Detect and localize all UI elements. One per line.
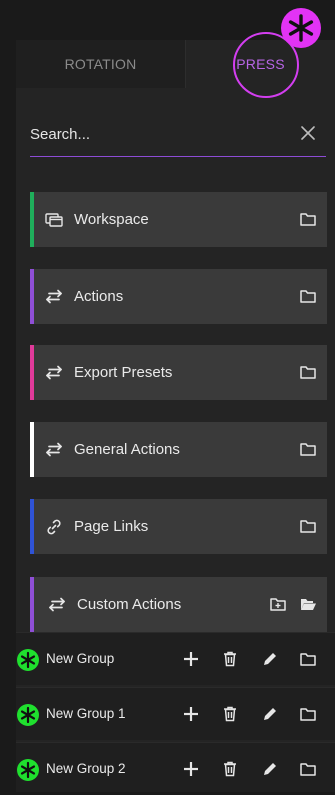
add-icon[interactable] bbox=[182, 705, 200, 723]
trash-icon[interactable] bbox=[221, 650, 239, 668]
group-label: New Group 1 bbox=[46, 706, 126, 721]
group-label: New Group bbox=[46, 651, 115, 666]
swap-arrows-icon bbox=[46, 289, 62, 304]
folder-icon[interactable] bbox=[299, 210, 317, 228]
group-row-new-group[interactable]: New Group bbox=[16, 632, 335, 685]
folder-open-icon[interactable] bbox=[299, 595, 317, 613]
pencil-icon[interactable] bbox=[261, 650, 279, 668]
folder-icon[interactable] bbox=[299, 287, 317, 305]
pencil-icon[interactable] bbox=[261, 760, 279, 778]
trash-icon[interactable] bbox=[221, 705, 239, 723]
add-folder-icon[interactable] bbox=[269, 595, 287, 613]
accent-bar bbox=[30, 577, 34, 632]
swap-arrows-icon bbox=[49, 597, 65, 612]
tab-rotation[interactable]: ROTATION bbox=[16, 40, 186, 88]
add-icon[interactable] bbox=[182, 650, 200, 668]
group-row-new-group-1[interactable]: New Group 1 bbox=[16, 687, 335, 740]
list-item-page-links[interactable]: Page Links bbox=[30, 499, 327, 554]
folder-icon[interactable] bbox=[299, 705, 317, 723]
asterisk-badge-icon bbox=[281, 8, 321, 48]
asterisk-badge-icon bbox=[17, 649, 39, 671]
accent-bar bbox=[30, 269, 34, 324]
folder-icon[interactable] bbox=[299, 363, 317, 381]
item-label: General Actions bbox=[74, 441, 180, 458]
item-label: Export Presets bbox=[74, 364, 173, 381]
item-label: Actions bbox=[74, 288, 124, 305]
list-item-export-presets[interactable]: Export Presets bbox=[30, 345, 327, 400]
list-item-custom-actions[interactable]: Custom Actions bbox=[30, 577, 327, 632]
list-item-workspace[interactable]: Workspace bbox=[30, 192, 327, 247]
accent-bar bbox=[30, 499, 34, 554]
accent-bar bbox=[30, 422, 34, 477]
windows-icon bbox=[45, 213, 63, 227]
item-label: Workspace bbox=[74, 211, 149, 228]
folder-icon[interactable] bbox=[299, 760, 317, 778]
folder-icon[interactable] bbox=[299, 440, 317, 458]
accent-bar bbox=[30, 345, 34, 400]
trash-icon[interactable] bbox=[221, 760, 239, 778]
search-box bbox=[30, 120, 326, 157]
pencil-icon[interactable] bbox=[261, 705, 279, 723]
link-icon bbox=[47, 519, 61, 535]
accent-bar bbox=[30, 192, 34, 247]
folder-icon[interactable] bbox=[299, 650, 317, 668]
add-icon[interactable] bbox=[182, 760, 200, 778]
folder-icon[interactable] bbox=[299, 517, 317, 535]
group-label: New Group 2 bbox=[46, 761, 126, 776]
asterisk-badge-icon bbox=[17, 704, 39, 726]
group-row-new-group-2[interactable]: New Group 2 bbox=[16, 742, 335, 792]
list-item-general-actions[interactable]: General Actions bbox=[30, 422, 327, 477]
swap-arrows-icon bbox=[46, 365, 62, 380]
search-input[interactable] bbox=[30, 120, 280, 148]
asterisk-badge-icon bbox=[17, 759, 39, 781]
close-icon[interactable] bbox=[300, 125, 316, 141]
item-label: Page Links bbox=[74, 518, 149, 535]
list-item-actions[interactable]: Actions bbox=[30, 269, 327, 324]
item-label: Custom Actions bbox=[77, 596, 182, 613]
swap-arrows-icon bbox=[46, 442, 62, 457]
